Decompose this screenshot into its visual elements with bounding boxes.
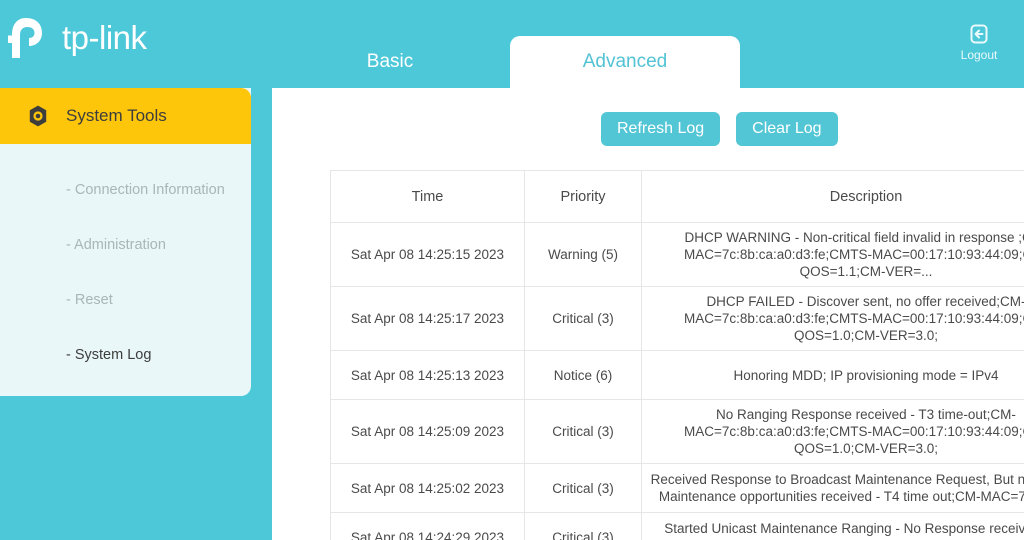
- brand-name: tp-link: [62, 19, 147, 56]
- table-header-row: Time Priority Description: [330, 170, 1024, 223]
- sidebar-section-label: System Tools: [66, 106, 167, 125]
- brand-logo: tp-link: [8, 14, 147, 62]
- sidebar: System Tools - Connection Information - …: [0, 88, 251, 396]
- cell-description: DHCP WARNING - Non-critical field invali…: [641, 222, 1024, 287]
- table-header: Time Priority Description: [330, 170, 1024, 223]
- tp-link-logo-icon: [8, 18, 42, 58]
- logout-label: Logout: [960, 48, 998, 62]
- cell-priority: Notice (6): [524, 350, 642, 400]
- table-row: Sat Apr 08 14:25:09 2023 Critical (3) No…: [330, 399, 1024, 464]
- cell-time: Sat Apr 08 14:25:15 2023: [330, 222, 525, 287]
- column-header-time: Time: [330, 170, 525, 223]
- cell-time: Sat Apr 08 14:24:29 2023: [330, 512, 525, 540]
- table-row: Sat Apr 08 14:25:15 2023 Warning (5) DHC…: [330, 222, 1024, 287]
- cell-priority: Critical (3): [524, 512, 642, 540]
- cell-time: Sat Apr 08 14:25:13 2023: [330, 350, 525, 400]
- main-content: Refresh Log Clear Log Time Priority Desc…: [272, 88, 1024, 540]
- cell-description: DHCP FAILED - Discover sent, no offer re…: [641, 286, 1024, 351]
- gear-icon: [29, 105, 47, 127]
- tab-advanced[interactable]: Advanced: [510, 36, 740, 88]
- main-tabs: Basic Advanced: [330, 36, 740, 88]
- sidebar-section-system-tools[interactable]: System Tools: [0, 88, 251, 144]
- top-header-band: tp-link Basic Advanced Logout: [0, 0, 1024, 88]
- cell-time: Sat Apr 08 14:25:09 2023: [330, 399, 525, 464]
- log-toolbar: Refresh Log Clear Log: [272, 88, 1024, 146]
- cell-time: Sat Apr 08 14:25:17 2023: [330, 286, 525, 351]
- system-log-table: Time Priority Description Sat Apr 08 14:…: [330, 170, 1024, 540]
- cell-priority: Critical (3): [524, 399, 642, 464]
- refresh-log-button[interactable]: Refresh Log: [601, 112, 721, 146]
- system-log-table-wrap: Time Priority Description Sat Apr 08 14:…: [330, 170, 1024, 540]
- cell-description: Received Response to Broadcast Maintenan…: [641, 463, 1024, 513]
- logout-icon: [970, 24, 988, 44]
- table-row: Sat Apr 08 14:25:17 2023 Critical (3) DH…: [330, 286, 1024, 351]
- sidebar-item-administration[interactable]: - Administration: [0, 217, 251, 272]
- column-header-priority: Priority: [524, 170, 642, 223]
- clear-log-button[interactable]: Clear Log: [736, 112, 838, 146]
- sidebar-item-system-log[interactable]: - System Log: [0, 327, 251, 382]
- cell-priority: Critical (3): [524, 286, 642, 351]
- cell-priority: Warning (5): [524, 222, 642, 287]
- cell-time: Sat Apr 08 14:25:02 2023: [330, 463, 525, 513]
- sidebar-item-connection-information[interactable]: - Connection Information: [0, 162, 251, 217]
- cell-description: Started Unicast Maintenance Ranging - No…: [641, 512, 1024, 540]
- column-header-description: Description: [641, 170, 1024, 223]
- tab-basic[interactable]: Basic: [330, 36, 450, 88]
- table-row: Sat Apr 08 14:24:29 2023 Critical (3) St…: [330, 512, 1024, 540]
- table-row: Sat Apr 08 14:25:02 2023 Critical (3) Re…: [330, 463, 1024, 513]
- cell-description: Honoring MDD; IP provisioning mode = IPv…: [641, 350, 1024, 400]
- sidebar-item-list: - Connection Information - Administratio…: [0, 144, 251, 382]
- table-row: Sat Apr 08 14:25:13 2023 Notice (6) Hono…: [330, 350, 1024, 400]
- table-body: Sat Apr 08 14:25:15 2023 Warning (5) DHC…: [330, 222, 1024, 540]
- cell-description: No Ranging Response received - T3 time-o…: [641, 399, 1024, 464]
- sidebar-item-reset[interactable]: - Reset: [0, 272, 251, 327]
- cell-priority: Critical (3): [524, 463, 642, 513]
- logout-button[interactable]: Logout: [948, 22, 1010, 62]
